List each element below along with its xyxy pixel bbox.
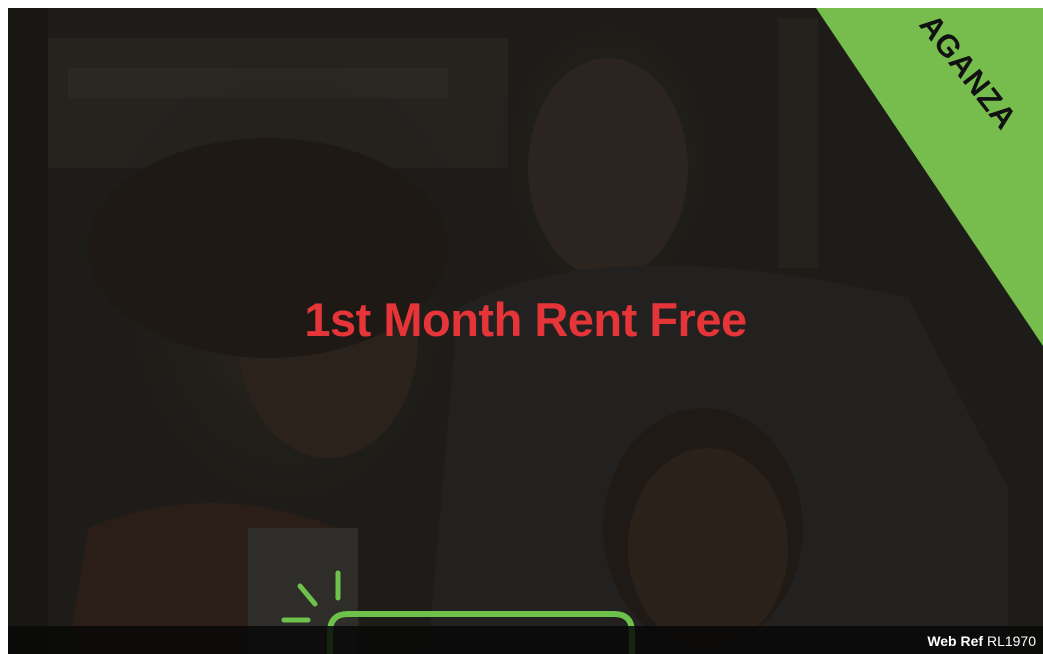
sparkle-icon (281, 570, 341, 623)
promo-banner[interactable]: 1st Month Rent Free AGANZA Web Ref RL197… (8, 8, 1043, 654)
promo-headline: 1st Month Rent Free (304, 293, 747, 346)
web-ref: Web Ref RL1970 (927, 633, 1036, 649)
web-ref-label: Web Ref (927, 633, 984, 649)
web-ref-code: RL1970 (986, 633, 1036, 649)
footer-bar: Web Ref RL1970 (8, 626, 1043, 654)
